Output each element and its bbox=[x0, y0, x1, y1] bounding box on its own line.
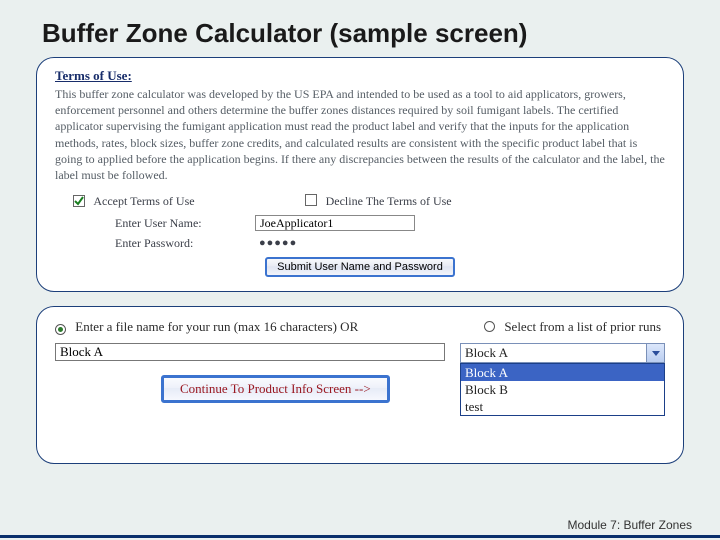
password-input[interactable]: ●●●●● bbox=[255, 235, 415, 251]
decline-terms-checkbox[interactable] bbox=[305, 194, 317, 206]
combo-arrow-button[interactable] bbox=[646, 344, 664, 362]
combo-item[interactable]: Block A bbox=[461, 364, 664, 381]
accept-terms-option[interactable]: Accept Terms of Use bbox=[73, 194, 195, 209]
username-input[interactable] bbox=[255, 215, 415, 231]
continue-button[interactable]: Continue To Product Info Screen --> bbox=[161, 375, 390, 403]
prior-runs-combo[interactable]: Block A Block A Block B test bbox=[460, 343, 665, 363]
terms-body: This buffer zone calculator was develope… bbox=[55, 86, 665, 183]
select-prior-label: Select from a list of prior runs bbox=[504, 319, 661, 334]
footer-rule bbox=[0, 535, 720, 538]
decline-terms-option[interactable]: Decline The Terms of Use bbox=[305, 193, 452, 209]
submit-row: Submit User Name and Password bbox=[55, 257, 665, 277]
combo-item[interactable]: Block B bbox=[461, 381, 664, 398]
slide: Buffer Zone Calculator (sample screen) T… bbox=[0, 0, 720, 540]
page-title: Buffer Zone Calculator (sample screen) bbox=[42, 18, 684, 49]
decline-terms-label: Decline The Terms of Use bbox=[326, 194, 452, 208]
username-label: Enter User Name: bbox=[115, 216, 255, 231]
footer-text: Module 7: Buffer Zones bbox=[567, 518, 692, 532]
terms-login-panel: Terms of Use: This buffer zone calculato… bbox=[36, 57, 684, 292]
chevron-down-icon bbox=[652, 351, 660, 356]
accept-terms-label: Accept Terms of Use bbox=[93, 194, 194, 208]
select-prior-option[interactable]: Select from a list of prior runs bbox=[484, 319, 661, 335]
file-row: Block A Block A Block B test bbox=[55, 343, 665, 363]
filename-input[interactable] bbox=[55, 343, 445, 361]
terms-checkbox-row: Accept Terms of Use Decline The Terms of… bbox=[73, 193, 665, 209]
radio-dot-icon bbox=[58, 327, 63, 332]
username-row: Enter User Name: bbox=[115, 215, 665, 231]
enter-filename-radio[interactable] bbox=[55, 324, 66, 335]
run-panel: Enter a file name for your run (max 16 c… bbox=[36, 306, 684, 464]
accept-terms-checkbox[interactable] bbox=[73, 195, 85, 207]
prior-runs-combobox[interactable]: Block A bbox=[460, 343, 665, 363]
submit-button[interactable]: Submit User Name and Password bbox=[265, 257, 455, 277]
password-row: Enter Password: ●●●●● bbox=[115, 235, 665, 251]
password-label: Enter Password: bbox=[115, 236, 255, 251]
run-mode-row: Enter a file name for your run (max 16 c… bbox=[55, 319, 661, 335]
combo-item[interactable]: test bbox=[461, 398, 664, 415]
prior-runs-dropdown[interactable]: Block A Block B test bbox=[460, 363, 665, 416]
combo-selected-value: Block A bbox=[465, 345, 508, 361]
enter-filename-label: Enter a file name for your run (max 16 c… bbox=[75, 319, 358, 334]
select-prior-radio[interactable] bbox=[484, 321, 495, 332]
terms-heading: Terms of Use: bbox=[55, 68, 665, 84]
enter-filename-option[interactable]: Enter a file name for your run (max 16 c… bbox=[55, 319, 358, 335]
checkmark-icon bbox=[74, 196, 84, 206]
